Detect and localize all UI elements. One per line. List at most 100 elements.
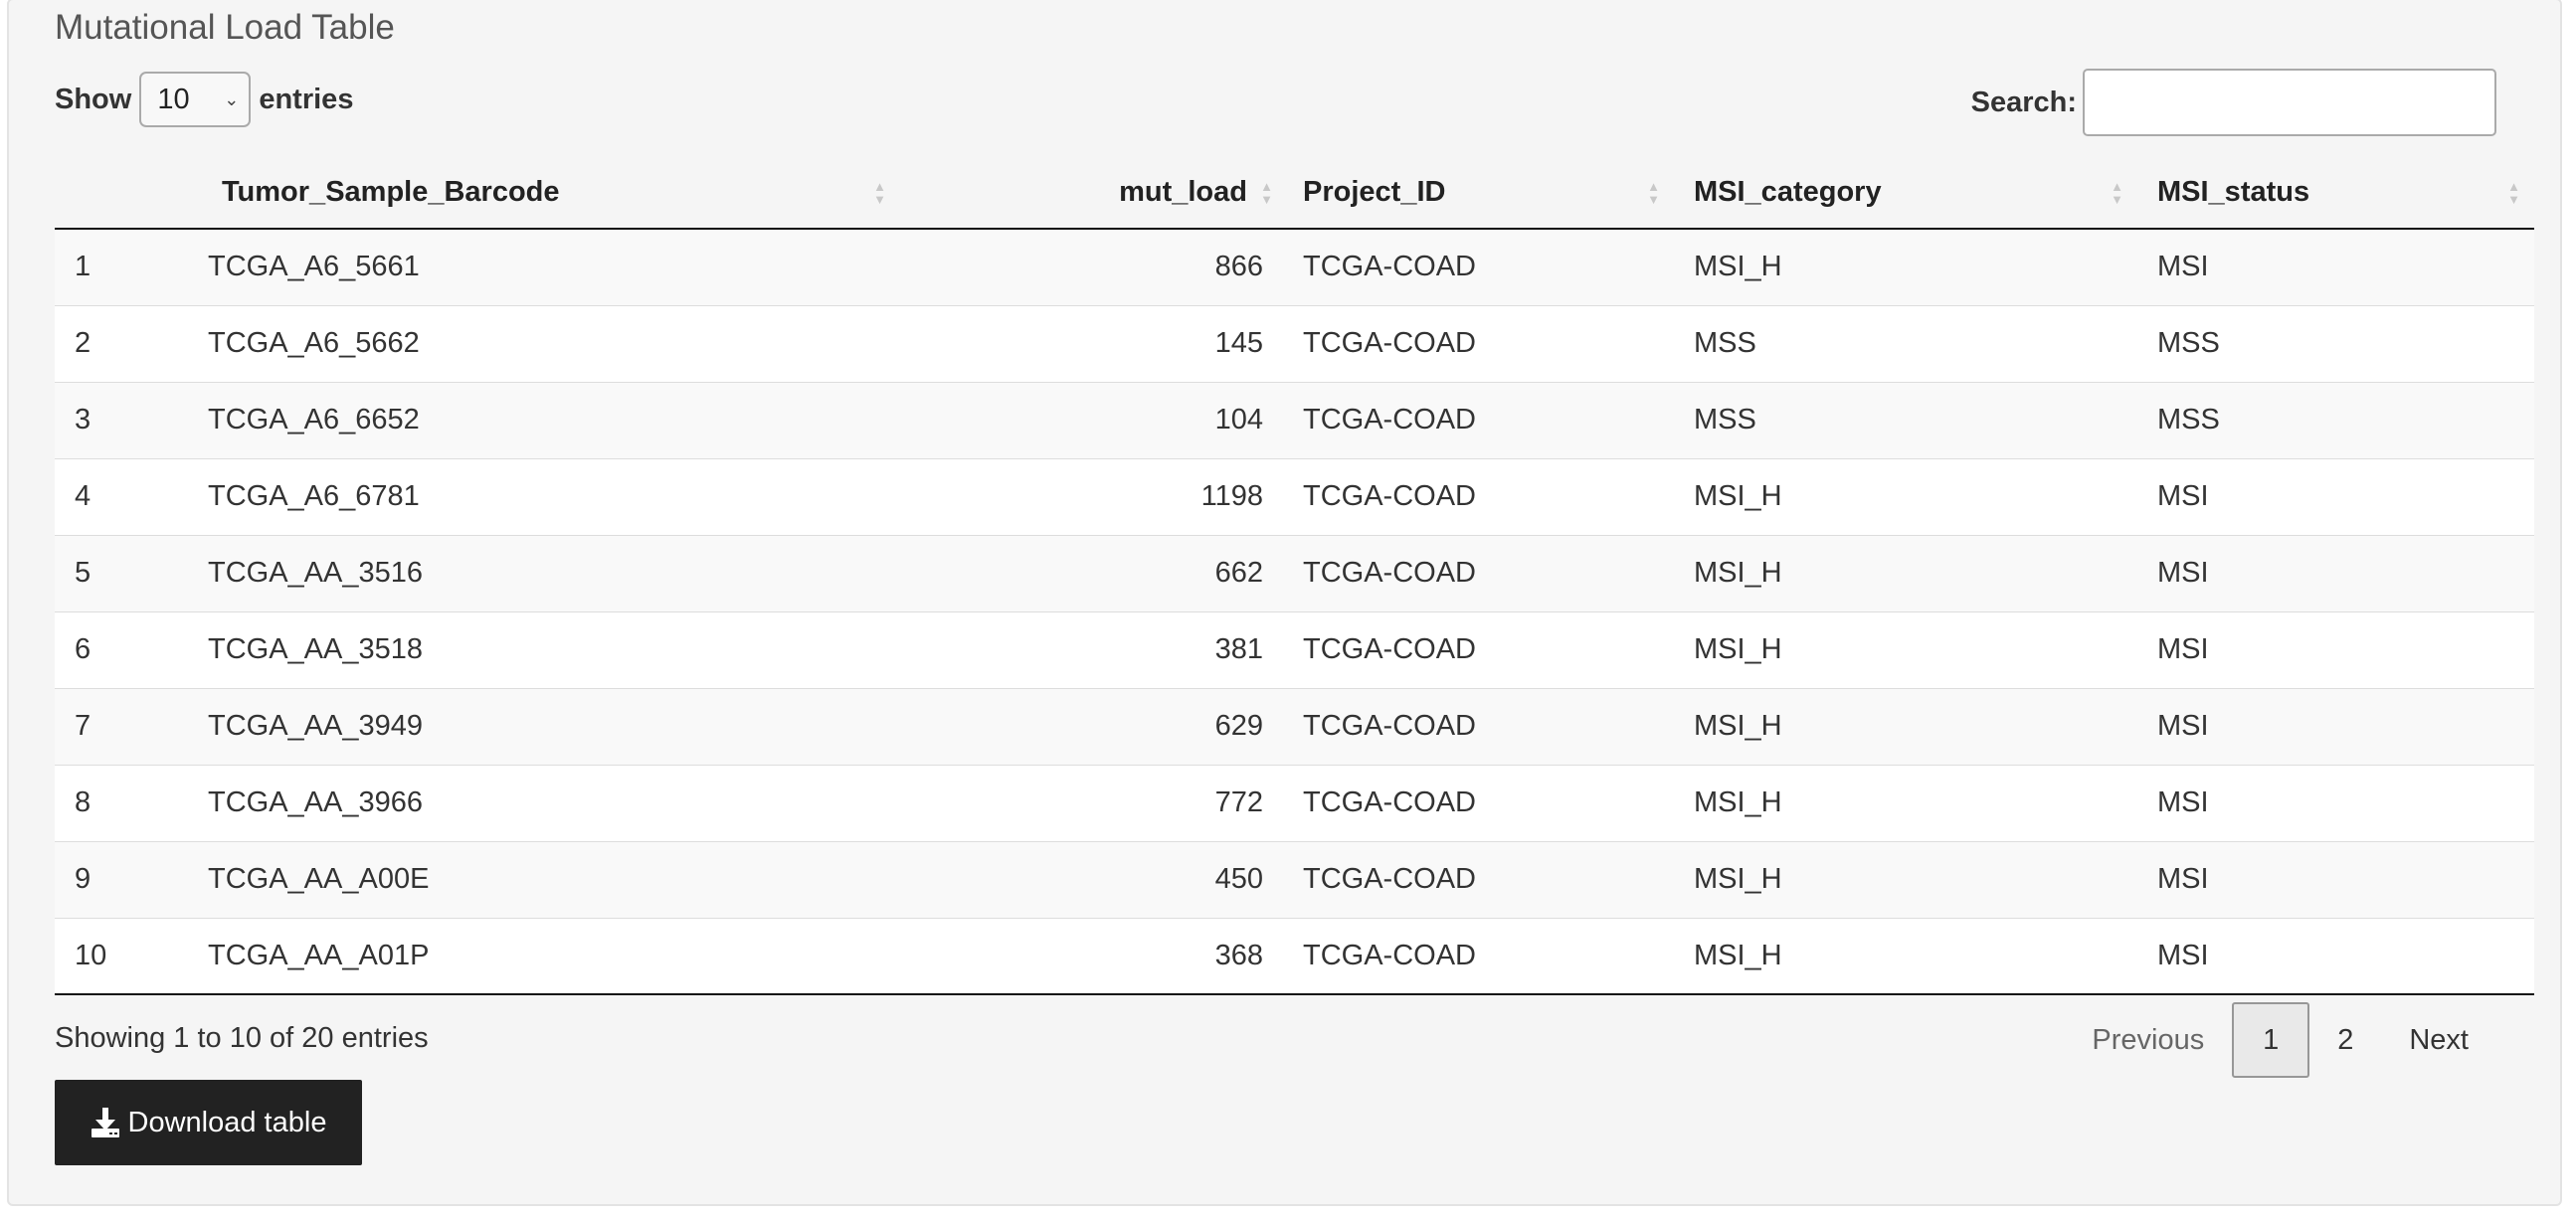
cell-msi-status: MSI <box>2137 457 2534 535</box>
column-header-label: Tumor_Sample_Barcode <box>222 176 560 208</box>
cell-msi-category: MSI_H <box>1674 229 2137 305</box>
cell-tumor-sample-barcode: TCGA_AA_3516 <box>188 534 900 611</box>
download-table-button[interactable]: Download table <box>55 1080 362 1165</box>
panel-title: Mutational Load Table <box>55 8 395 47</box>
next-page-button[interactable]: Next <box>2381 1002 2496 1078</box>
table-row[interactable]: 1 TCGA_A6_5661 866 TCGA-COAD MSI_H MSI <box>55 229 2534 305</box>
cell-tumor-sample-barcode: TCGA_AA_A00E <box>188 840 900 918</box>
table-row[interactable]: 7 TCGA_AA_3949 629 TCGA-COAD MSI_H MSI <box>55 687 2534 765</box>
cell-mut-load: 662 <box>900 534 1283 611</box>
cell-msi-category: MSI_H <box>1674 610 2137 688</box>
table-row[interactable]: 2 TCGA_A6_5662 145 TCGA-COAD MSS MSS <box>55 304 2534 382</box>
page-length-select[interactable]: 10 ⌄ <box>139 72 252 127</box>
table-row[interactable]: 8 TCGA_AA_3966 772 TCGA-COAD MSI_H MSI <box>55 764 2534 841</box>
search-input[interactable] <box>2083 69 2496 136</box>
download-icon <box>91 1107 120 1138</box>
cell-tumor-sample-barcode: TCGA_A6_5661 <box>188 229 900 305</box>
entries-label: entries <box>259 83 354 115</box>
cell-project-id: TCGA-COAD <box>1283 610 1674 688</box>
cell-msi-status: MSI <box>2137 687 2534 765</box>
cell-msi-status: MSI <box>2137 764 2534 841</box>
page-length-control: Show 10 ⌄ entries <box>55 72 353 127</box>
column-header-rownum <box>55 157 188 230</box>
cell-rownum: 5 <box>55 534 188 611</box>
search-control: Search: <box>1971 69 2496 136</box>
cell-project-id: TCGA-COAD <box>1283 381 1674 458</box>
column-header-msi-status[interactable]: MSI_status ▲ ▼ <box>2137 157 2534 230</box>
column-header-label: mut_load <box>1119 176 1247 208</box>
sort-icon: ▲ ▼ <box>873 178 886 207</box>
cell-tumor-sample-barcode: TCGA_A6_6652 <box>188 381 900 458</box>
cell-rownum: 9 <box>55 840 188 918</box>
download-table-label: Download table <box>127 1106 327 1138</box>
cell-rownum: 2 <box>55 304 188 382</box>
cell-rownum: 7 <box>55 687 188 765</box>
cell-tumor-sample-barcode: TCGA_AA_A01P <box>188 917 900 995</box>
page-button-2[interactable]: 2 <box>2309 1002 2381 1078</box>
cell-mut-load: 629 <box>900 687 1283 765</box>
cell-project-id: TCGA-COAD <box>1283 764 1674 841</box>
cell-msi-category: MSS <box>1674 381 2137 458</box>
mutational-load-table: Tumor_Sample_Barcode ▲ ▼ mut_load ▲ ▼ Proj… <box>55 157 2534 995</box>
column-header-msi-category[interactable]: MSI_category ▲ ▼ <box>1674 157 2137 230</box>
column-header-project-id[interactable]: Project_ID ▲ ▼ <box>1283 157 1674 230</box>
cell-tumor-sample-barcode: TCGA_AA_3949 <box>188 687 900 765</box>
cell-mut-load: 1198 <box>900 457 1283 535</box>
cell-msi-category: MSI_H <box>1674 457 2137 535</box>
cell-msi-status: MSI <box>2137 229 2534 305</box>
column-header-label: MSI_status <box>2157 176 2310 208</box>
cell-tumor-sample-barcode: TCGA_A6_5662 <box>188 304 900 382</box>
sort-icon: ▲ ▼ <box>2111 178 2123 207</box>
page-length-value: 10 <box>157 83 190 115</box>
cell-mut-load: 368 <box>900 917 1283 995</box>
previous-page-button[interactable]: Previous <box>2064 1002 2232 1078</box>
cell-tumor-sample-barcode: TCGA_AA_3518 <box>188 610 900 688</box>
cell-project-id: TCGA-COAD <box>1283 917 1674 995</box>
cell-msi-category: MSI_H <box>1674 840 2137 918</box>
cell-mut-load: 104 <box>900 381 1283 458</box>
table-row[interactable]: 9 TCGA_AA_A00E 450 TCGA-COAD MSI_H MSI <box>55 840 2534 918</box>
cell-msi-status: MSS <box>2137 381 2534 458</box>
column-header-mut-load[interactable]: mut_load ▲ ▼ <box>900 157 1283 230</box>
table-row[interactable]: 3 TCGA_A6_6652 104 TCGA-COAD MSS MSS <box>55 381 2534 458</box>
table-row[interactable]: 6 TCGA_AA_3518 381 TCGA-COAD MSI_H MSI <box>55 610 2534 688</box>
cell-project-id: TCGA-COAD <box>1283 840 1674 918</box>
cell-msi-status: MSI <box>2137 917 2534 995</box>
cell-mut-load: 450 <box>900 840 1283 918</box>
cell-project-id: TCGA-COAD <box>1283 687 1674 765</box>
cell-msi-category: MSS <box>1674 304 2137 382</box>
cell-tumor-sample-barcode: TCGA_A6_6781 <box>188 457 900 535</box>
search-label: Search: <box>1970 86 2077 118</box>
table-row[interactable]: 10 TCGA_AA_A01P 368 TCGA-COAD MSI_H MSI <box>55 917 2534 995</box>
table-row[interactable]: 5 TCGA_AA_3516 662 TCGA-COAD MSI_H MSI <box>55 534 2534 611</box>
cell-rownum: 8 <box>55 764 188 841</box>
cell-project-id: TCGA-COAD <box>1283 229 1674 305</box>
table-info: Showing 1 to 10 of 20 entries <box>55 1022 429 1054</box>
cell-mut-load: 381 <box>900 610 1283 688</box>
table-header-row: Tumor_Sample_Barcode ▲ ▼ mut_load ▲ ▼ Proj… <box>55 157 2534 230</box>
cell-msi-status: MSI <box>2137 840 2534 918</box>
cell-msi-category: MSI_H <box>1674 764 2137 841</box>
cell-msi-status: MSI <box>2137 534 2534 611</box>
cell-rownum: 3 <box>55 381 188 458</box>
show-label: Show <box>55 83 132 115</box>
page-button-1[interactable]: 1 <box>2232 1002 2310 1078</box>
table-panel: Mutational Load Table Show 10 ⌄ entries … <box>7 0 2562 1206</box>
column-header-label: MSI_category <box>1694 176 1882 208</box>
chevron-down-icon: ⌄ <box>224 88 240 109</box>
cell-rownum: 6 <box>55 610 188 688</box>
cell-msi-category: MSI_H <box>1674 687 2137 765</box>
cell-rownum: 1 <box>55 229 188 305</box>
column-header-tumor-sample-barcode[interactable]: Tumor_Sample_Barcode ▲ ▼ <box>188 157 900 230</box>
cell-msi-category: MSI_H <box>1674 534 2137 611</box>
cell-rownum: 10 <box>55 917 188 995</box>
cell-msi-status: MSI <box>2137 610 2534 688</box>
cell-mut-load: 866 <box>900 229 1283 305</box>
table-row[interactable]: 4 TCGA_A6_6781 1198 TCGA-COAD MSI_H MSI <box>55 457 2534 535</box>
cell-project-id: TCGA-COAD <box>1283 304 1674 382</box>
cell-tumor-sample-barcode: TCGA_AA_3966 <box>188 764 900 841</box>
cell-rownum: 4 <box>55 457 188 535</box>
cell-msi-category: MSI_H <box>1674 917 2137 995</box>
sort-icon: ▲ ▼ <box>2507 178 2520 207</box>
cell-project-id: TCGA-COAD <box>1283 457 1674 535</box>
